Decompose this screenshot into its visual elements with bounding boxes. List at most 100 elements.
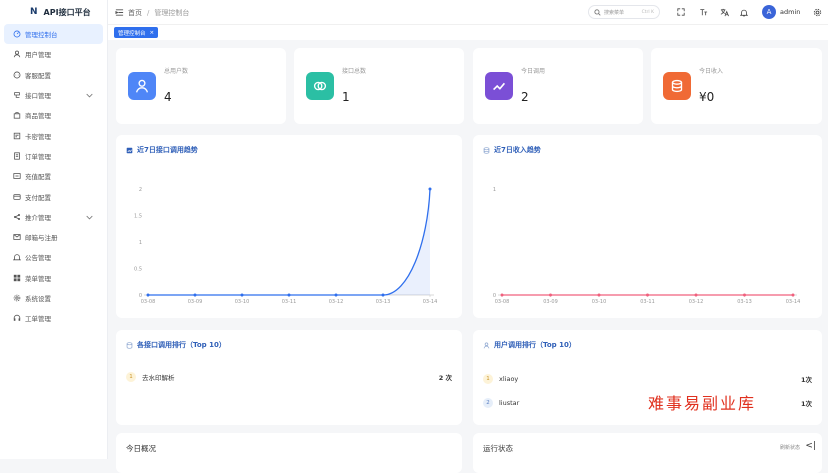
series-area [148,189,430,295]
api-rank-title-text: 各接口调用排行（Top 10） [137,341,226,349]
series-line [148,188,431,296]
topbar: 首页 / 管理控制台 搜索菜单 Ctrl K A admin [108,0,828,24]
watermark: 难事易副业库 [648,394,757,413]
sidebar-item-label: 系统设置 [25,295,51,303]
sidebar-item[interactable]: 邮箱与注册 [0,227,107,247]
bell-icon[interactable] [739,7,749,17]
sidebar-item[interactable]: 接口管理 [0,85,107,105]
sidebar-item[interactable]: 系统设置 [0,288,107,308]
username[interactable]: admin [780,8,800,16]
tab-close-icon[interactable]: × [150,30,155,36]
sidebar-item-label: 用户管理 [25,51,51,60]
stat-label: 今日调用 [521,68,546,75]
tab-dashboard[interactable]: 管理控制台 × [114,27,159,38]
x-tick-label: 03-14 [786,299,801,305]
x-tick-label: 03-13 [737,299,752,305]
brand[interactable]: N API接口平台 [0,0,107,24]
settings-icon[interactable] [812,7,822,17]
data-point [743,293,746,297]
rank-name: xliaoy [499,375,519,383]
sidebar-item[interactable]: 订单管理 [0,146,107,166]
refresh-status-button[interactable]: 刷新状态 [780,444,800,451]
x-tick-label: 03-08 [495,299,510,305]
avatar[interactable]: A [762,5,776,19]
stat-label: 今日收入 [699,68,724,75]
sidebar-item[interactable]: 商品管理 [0,105,107,125]
sidebar-item-label: 支付配置 [25,193,51,202]
sidebar-item[interactable]: 客服配置 [0,65,107,85]
data-point [146,293,150,297]
breadcrumb-current: 管理控制台 [154,9,190,17]
data-point [549,293,552,297]
order-icon [12,151,21,160]
collapse-icon[interactable]: <| [805,441,816,451]
x-tick-label: 03-13 [376,299,391,305]
sidebar-item[interactable]: 卡密管理 [0,125,107,145]
api-rank-card: 各接口调用排行（Top 10） 1 去水印解析 2 次 [116,330,462,425]
search-shortcut: Ctrl K [641,9,654,15]
card-icon [12,131,21,140]
headset-icon [12,314,21,323]
list-item: 1 去水印解析 2 次 [126,372,452,382]
user-icon [12,50,21,59]
x-tick-label: 03-14 [423,299,438,305]
x-tick-label: 03-12 [689,299,704,305]
sidebar-item[interactable]: 菜单管理 [0,268,107,288]
overview-title: 今日概况 [126,444,156,453]
data-point [597,293,601,297]
trend-up-icon [485,72,513,100]
stat-label: 接口总数 [342,68,367,75]
rank-name: liustar [499,399,520,407]
search-placeholder: 搜索菜单 [604,9,625,16]
sidebar-item-label: 菜单管理 [25,274,51,283]
bell-icon [12,253,21,262]
api-trend-card: 近7日接口调用趋势 0 0.5 1 1.5 2 03-08 03-09 03-10 03-11 0… [116,135,462,318]
api-icon [12,91,21,100]
gear-icon [12,294,21,303]
sidebar-item[interactable]: 管理控制台 [4,24,103,45]
sidebar-item[interactable]: 用户管理 [0,44,107,64]
chat-icon [12,70,21,79]
total-users-card: 总用户数 4 [116,48,286,124]
translate-icon[interactable] [719,7,729,17]
data-point [500,293,504,297]
y-tick-label: 1 [139,240,142,246]
runtime-card: 运行状态 刷新状态 <| [473,433,822,473]
fullscreen-icon[interactable] [676,7,686,17]
today-income-card: 今日收入 ¥0 [651,48,822,124]
stat-value: ¥0 [699,90,715,104]
overview-card: 今日概况 [116,433,462,473]
coins-icon [663,72,691,100]
api-trend-chart: 00.511.5203-08 03-09 03-10 03-11 03-12 03-13 0… [134,187,438,305]
bag-icon [12,111,21,120]
sidebar-item-label: 商品管理 [25,112,51,121]
chevron-down-icon [86,92,93,100]
x-tick-label: 03-11 [640,299,655,305]
stat-label: 总用户数 [164,68,189,75]
menu-fold-icon[interactable] [114,7,124,17]
chevron-down-icon [86,214,93,222]
breadcrumb-home[interactable]: 首页 [128,8,142,18]
stat-value: 1 [342,90,350,104]
sidebar-item[interactable]: 支付配置 [0,186,107,206]
sidebar-item-label: 推介管理 [25,213,51,222]
x-tick-label: 03-09 [543,299,558,305]
payment-icon [12,192,21,201]
sidebar-item[interactable]: 推介管理 [0,207,107,227]
data-point [791,293,795,297]
rank-number: 1 [483,374,493,384]
rank-count: 1次 [800,400,812,408]
breadcrumb: 首页 / 管理控制台 [128,8,189,18]
brand-title: API接口平台 [43,7,91,17]
user-icon [128,72,156,100]
sidebar-item[interactable]: 工单管理 [0,308,107,328]
sidebar-item[interactable]: 充值配置 [0,166,107,186]
x-tick-label: 03-09 [188,299,203,305]
sidebar-item[interactable]: 公告管理 [0,247,107,267]
rank-number: 2 [483,398,493,408]
runtime-title: 运行状态 [483,444,513,453]
x-tick-label: 03-10 [235,299,250,305]
font-size-icon[interactable] [698,7,708,17]
search-input[interactable]: 搜索菜单 Ctrl K [588,5,660,19]
income-trend-card: 近7日收入趋势 0 1 03-08 03-09 03-10 03-11 03-12 03-13… [473,135,822,318]
